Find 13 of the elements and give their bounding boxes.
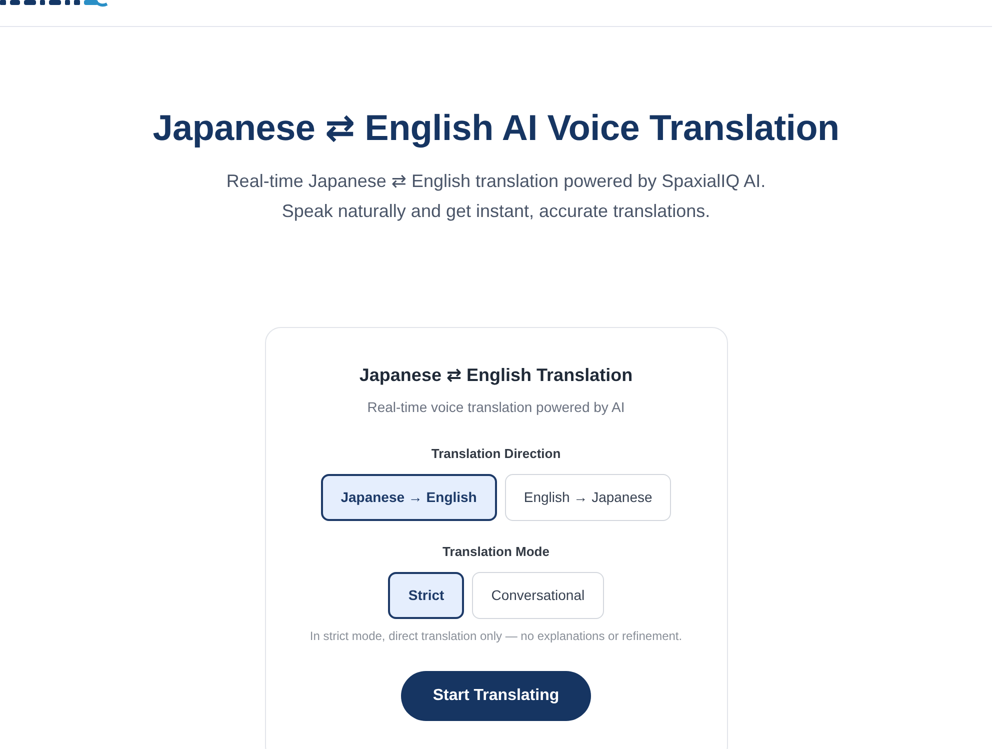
page-title: Japanese ⇄ English AI Voice Translation (152, 106, 840, 149)
card-title: Japanese ⇄ English Translation (358, 364, 634, 387)
group-label: Translation Direction (430, 445, 562, 463)
subtitle-line: Real-time Japanese ⇄ English translation powered by SpaxialIQ AI. (225, 170, 767, 193)
group-label: Translation Mode (442, 543, 550, 561)
card-subtitle: Real-time voice translation powered by AI (366, 398, 626, 417)
mode-note: In strict mode, direct translation only — no explanations or refinement. (308, 628, 684, 644)
option-button[interactable]: Conversational (472, 572, 604, 619)
option-button[interactable]: Strict (388, 572, 464, 619)
option-button[interactable]: English → Japanese (504, 474, 672, 521)
start-button[interactable]: Start Translating (400, 671, 592, 721)
option-button[interactable]: Japanese → English (320, 474, 497, 521)
subtitle-line: Speak naturally and get instant, accurate translations. (280, 200, 712, 223)
